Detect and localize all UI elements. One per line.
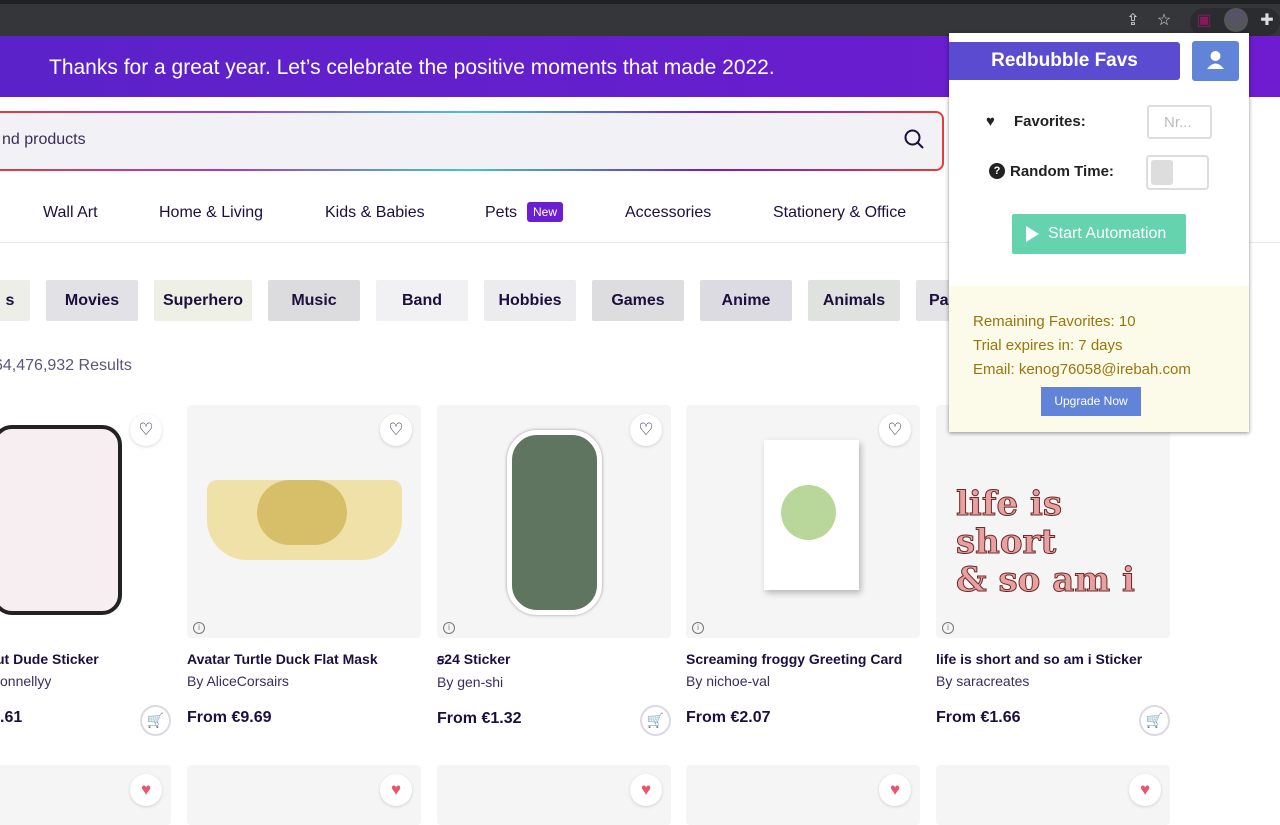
product-title[interactable]: Screaming froggy Greeting Card [686, 651, 920, 667]
add-to-cart-icon[interactable]: 🛒 [1139, 705, 1170, 736]
chip-superhero[interactable]: Superhero [154, 280, 252, 321]
chip-animals[interactable]: Animals [808, 280, 900, 321]
chip-music[interactable]: Music [268, 280, 360, 321]
nav-pets[interactable]: Pets [485, 204, 517, 222]
favorites-input[interactable]: Nr... [1147, 105, 1212, 139]
product-author[interactable]: By gen-shi [437, 674, 671, 690]
heart-filled-icon[interactable]: ♥ [380, 774, 412, 806]
product-card[interactable]: ♡ ut Dude Sticker onnellyy .61 🛒 [0, 405, 171, 736]
info-icon[interactable]: i [942, 622, 954, 634]
search-bar[interactable]: nd products [0, 111, 944, 171]
help-icon[interactable]: ? [989, 163, 1005, 179]
heart-icon[interactable]: ♡ [879, 414, 911, 446]
upgrade-now-button[interactable]: Upgrade Now [1041, 387, 1141, 416]
nav-accessories[interactable]: Accessories [625, 204, 711, 222]
info-icon[interactable]: i [692, 622, 704, 634]
nav-wall-art[interactable]: Wall Art [43, 204, 98, 222]
product-price: From €9.69 [187, 709, 272, 726]
product-author[interactable]: By AliceCorsairs [187, 673, 421, 689]
product-author[interactable]: By saracreates [936, 673, 1170, 689]
user-icon [1207, 51, 1224, 69]
chip-hobbies[interactable]: Hobbies [484, 280, 576, 321]
heart-icon[interactable]: ♡ [130, 414, 162, 446]
product-card[interactable]: ♥ [187, 765, 421, 825]
extension-popup: Redbubble Favs ♥ Favorites: Nr... ? Rand… [949, 33, 1249, 432]
chip[interactable]: s [0, 280, 30, 321]
product-card[interactable]: ♥ [686, 765, 920, 825]
product-price: From €1.66 [936, 709, 1021, 726]
product-card[interactable]: ♡ i ꞩ24 Sticker By gen-shi From €1.32 🛒 [437, 405, 671, 736]
chip-games[interactable]: Games [592, 280, 684, 321]
product-title[interactable]: life is short and so am i Sticker [936, 651, 1170, 667]
heart-plus-icon: ♥ [986, 113, 995, 130]
trial-expiry: Trial expires in: 7 days [973, 337, 1123, 354]
remaining-favorites: Remaining Favorites: 10 [973, 313, 1136, 330]
banner-text: Thanks for a great year. Let’s celebrate… [49, 56, 775, 79]
results-count: 64,476,932 Results [0, 357, 132, 374]
favorites-label: Favorites: [1014, 113, 1086, 130]
info-icon[interactable]: i [443, 622, 455, 634]
account-info: Remaining Favorites: 10 Trial expires in… [949, 286, 1249, 432]
extension-icon[interactable]: ▣ [1192, 10, 1216, 30]
nav-home-living[interactable]: Home & Living [159, 204, 263, 222]
product-title[interactable]: ut Dude Sticker [0, 651, 171, 667]
product-title[interactable]: Avatar Turtle Duck Flat Mask [187, 651, 421, 667]
search-icon[interactable] [904, 129, 924, 149]
product-card[interactable]: ♡ i Screaming froggy Greeting Card By nic… [686, 405, 920, 727]
product-card[interactable]: ♡ i Avatar Turtle Duck Flat Mask By Alice… [187, 405, 421, 727]
search-input[interactable]: nd products [2, 131, 86, 148]
new-badge: New [527, 202, 564, 222]
chip-anime[interactable]: Anime [700, 280, 792, 321]
add-to-cart-icon[interactable]: 🛒 [140, 705, 171, 736]
random-time-toggle[interactable] [1146, 155, 1209, 190]
browser-toolbar: ⇪ ☆ ▣ ♡ ✚ [0, 0, 1280, 36]
play-icon [1026, 226, 1039, 242]
redbubble-favs-icon[interactable]: ♡ [1224, 8, 1248, 32]
share-icon[interactable]: ⇪ [1121, 10, 1145, 30]
product-author[interactable]: onnellyy [0, 673, 171, 689]
product-title[interactable]: ꞩ24 Sticker [437, 651, 671, 668]
popup-title: Redbubble Favs [949, 42, 1180, 80]
heart-icon[interactable]: ♡ [380, 414, 412, 446]
nav-kids-babies[interactable]: Kids & Babies [325, 204, 425, 222]
user-button[interactable] [1192, 41, 1239, 81]
heart-filled-icon[interactable]: ♥ [1129, 774, 1161, 806]
product-price: From €1.32 [437, 710, 522, 727]
heart-icon[interactable]: ♡ [630, 414, 662, 446]
product-card[interactable]: life is short & so am ii life is short an… [936, 405, 1170, 736]
product-card[interactable]: ♥ [936, 765, 1170, 825]
add-to-cart-icon[interactable]: 🛒 [640, 705, 671, 736]
nav-stationery-office[interactable]: Stationery & Office [773, 204, 906, 222]
heart-filled-icon[interactable]: ♥ [630, 774, 662, 806]
chip-movies[interactable]: Movies [46, 280, 138, 321]
product-price: From €2.07 [686, 709, 771, 726]
heart-filled-icon[interactable]: ♥ [879, 774, 911, 806]
chip-band[interactable]: Band [376, 280, 468, 321]
product-card[interactable]: ♥ [0, 765, 171, 825]
account-email: Email: kenog76058@irebah.com [973, 361, 1191, 378]
random-time-label: Random Time: [1010, 163, 1114, 180]
product-card[interactable]: ♥ [437, 765, 671, 825]
star-icon[interactable]: ☆ [1152, 10, 1176, 30]
start-automation-button[interactable]: Start Automation [1012, 214, 1186, 254]
puzzle-icon[interactable]: ✚ [1255, 10, 1279, 30]
start-automation-label: Start Automation [1048, 225, 1167, 242]
info-icon[interactable]: i [193, 622, 205, 634]
heart-filled-icon[interactable]: ♥ [130, 774, 162, 806]
product-author[interactable]: By nichoe-val [686, 673, 920, 689]
